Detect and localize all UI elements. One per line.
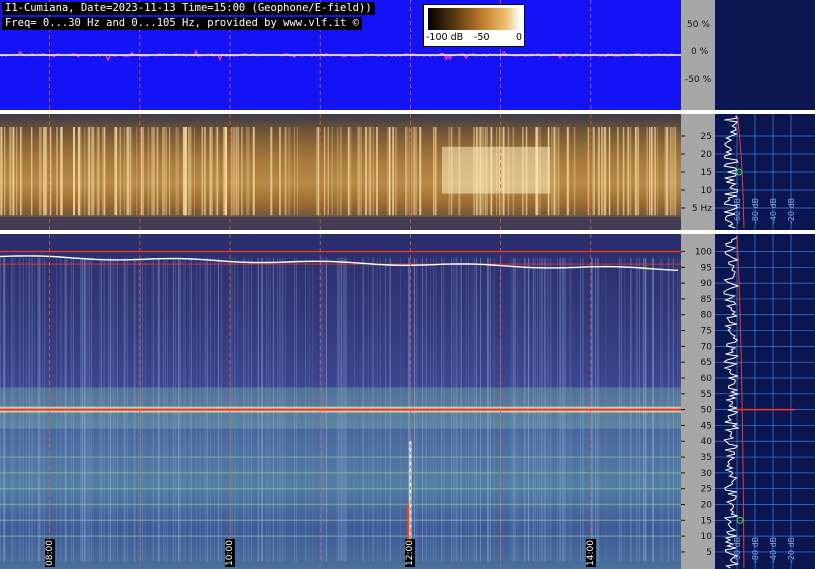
vlf-monitor-display: 50 % 0 % -50 % I1-Cumiana, Date=2023-11-… xyxy=(0,0,815,569)
header-line-2: Freq= 0...30 Hz and 0...105 Hz, provided… xyxy=(2,17,363,30)
spectrogram-high-tick-label: 95 xyxy=(701,263,712,273)
corner-panel xyxy=(715,0,815,110)
spectrogram-high-panel xyxy=(0,234,681,569)
spectrum-profile-high-db-label: -80 dB xyxy=(751,537,760,563)
spectrogram-high-tick-label: 50 xyxy=(701,406,713,416)
spectrogram-high-tick-label: 75 xyxy=(701,327,712,337)
spectrum-profile-high-trace xyxy=(722,235,740,569)
spectrum-profile-high: -60 dB -80 dB -40 dB -20 dB xyxy=(715,234,815,569)
spectrum-profile-high-db-label: -40 dB xyxy=(769,537,778,563)
spectrogram-high-tick-label: 45 xyxy=(701,421,712,431)
spectrum-profile-low-db-label: -20 dB xyxy=(787,198,796,224)
spectrogram-high-tick-label: 10 xyxy=(701,532,713,542)
spectrum-profile-low: -60 dB -80 dB -40 dB -20 dB xyxy=(715,114,815,230)
spectrum-profile-high-plot: -60 dB -80 dB -40 dB -20 dB xyxy=(715,234,815,569)
waveform-tick-label: 0 % xyxy=(691,47,709,57)
spectrogram-high-tick-label: 15 xyxy=(701,516,712,526)
spectrum-profile-low-db-label: -40 dB xyxy=(769,198,778,224)
spectrogram-high-tick-label: 90 xyxy=(701,279,713,289)
spectrogram-high-tick-label: 60 xyxy=(701,374,713,384)
spectrogram-high-tick-label: 80 xyxy=(701,311,713,321)
colorbar-gradient xyxy=(428,8,520,30)
spectrogram-high-tick-label: 40 xyxy=(701,437,713,447)
spectrum-profile-high-db-label: -20 dB xyxy=(787,537,796,563)
spectrogram-low-panel xyxy=(0,114,681,230)
waveform-tick-label: 50 % xyxy=(687,20,710,30)
spectrogram-high-tick-label: 55 xyxy=(701,390,712,400)
spectrogram-low-ticks: 25 20 15 10 5 Hz xyxy=(681,132,713,214)
spectrogram-low-axis: 25 20 15 10 5 Hz xyxy=(681,114,715,230)
spectrogram-high-axis: 100 95 90 85 80 75 70 65 60 55 50 45 40 35 30 25 20 15 10 5 xyxy=(681,234,715,569)
spectrogram-low-tick-label: 25 xyxy=(701,132,712,142)
colorbar-label-max: 0 xyxy=(516,32,523,43)
spectrogram-high-tick-label: 85 xyxy=(701,295,712,305)
spectrum-profile-low-db-label: -60 dB xyxy=(733,198,742,224)
spectrum-profile-high-db-label: -60 dB xyxy=(733,537,742,563)
spectrogram-high-tick-label: 25 xyxy=(701,485,712,495)
spectrogram-low-tick-label: 20 xyxy=(701,150,713,160)
spectrogram-low-tick-label: 5 Hz xyxy=(692,204,712,214)
colorbar-label-mid: -50 xyxy=(474,32,490,43)
spectrogram-high-tick-label: 100 xyxy=(695,247,712,257)
spectrogram-high-tick-label: 5 xyxy=(706,548,712,558)
spectrogram-high-ticks: 100 95 90 85 80 75 70 65 60 55 50 45 40 35 30 25 20 15 10 5 xyxy=(681,247,713,558)
header-line-1: I1-Cumiana, Date=2023-11-13 Time=15:00 (… xyxy=(2,2,375,15)
colorbar-label-min: -100 dB xyxy=(426,32,464,43)
spectrogram-high-tick-label: 70 xyxy=(701,342,713,352)
spectrum-profile-low-plot: -60 dB -80 dB -40 dB -20 dB xyxy=(715,114,815,230)
waveform-tick-label: -50 % xyxy=(685,75,712,85)
spectrogram-low-event xyxy=(441,146,551,194)
spectrogram-low-plot xyxy=(0,114,681,230)
waveform-axis: 50 % 0 % -50 % xyxy=(681,0,715,110)
spectrogram-high-tick-label: 30 xyxy=(701,469,713,479)
spectrogram-high-tick-label: 20 xyxy=(701,500,713,510)
spectrogram-low-floor xyxy=(0,217,681,230)
spectrogram-high-tick-label: 35 xyxy=(701,453,712,463)
spectrogram-low-tick-label: 15 xyxy=(701,168,712,178)
spectrum-profile-low-db-label: -80 dB xyxy=(751,198,760,224)
spectrogram-high-plot xyxy=(0,234,681,569)
colorbar: -100 dB -50 0 xyxy=(423,4,525,47)
spectrogram-high-tick-label: 65 xyxy=(701,358,712,368)
spectrogram-low-tick-label: 10 xyxy=(701,186,713,196)
